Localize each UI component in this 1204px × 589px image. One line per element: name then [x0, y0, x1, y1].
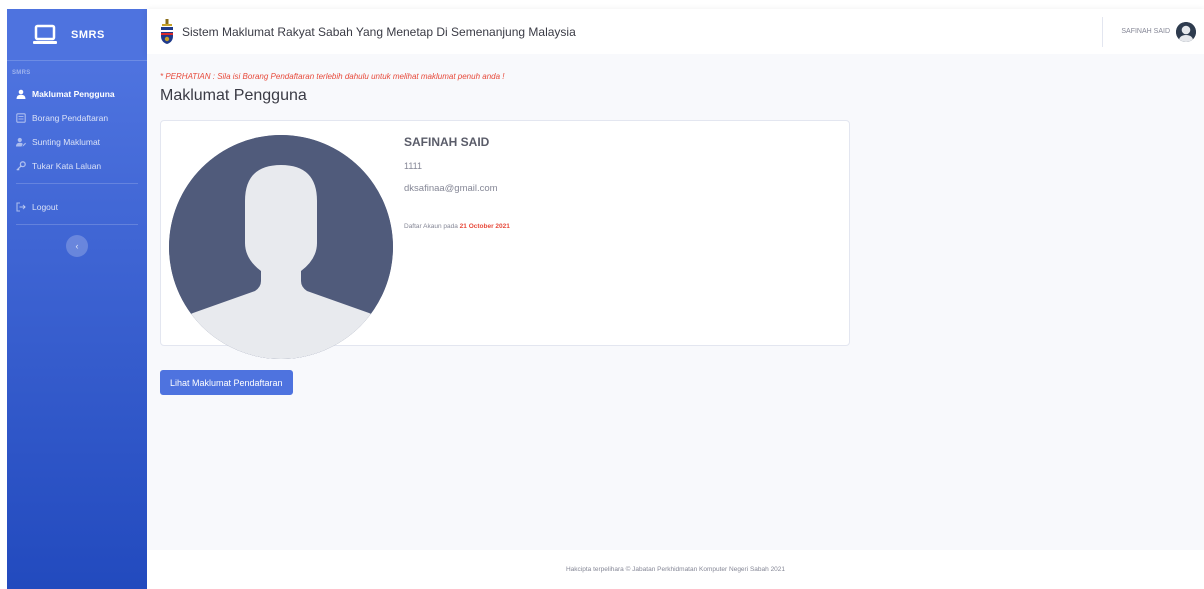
user-name: SAFINAH SAID: [1121, 28, 1170, 35]
copyright-text: Hakcipta terpelihara © Jabatan Perkhidma…: [565, 566, 786, 573]
sabah-crest-icon: [159, 18, 175, 45]
sidebar-item-sunting-maklumat[interactable]: Sunting Maklumat: [7, 130, 147, 154]
warning-notice: * PERHATIAN : Sila isi Borang Pendaftara…: [160, 72, 505, 81]
sidebar-item-label: Tukar Kata Laluan: [32, 161, 102, 171]
sign-out-icon: [16, 202, 26, 212]
profile-name: SAFINAH SAID: [404, 135, 490, 149]
registration-label: Daftar Akaun pada: [404, 223, 458, 230]
sidebar-item-label: Borang Pendaftaran: [32, 113, 109, 123]
sidebar-item-logout[interactable]: Logout: [7, 195, 147, 219]
sidebar-toggle-button[interactable]: ‹: [66, 235, 88, 257]
profile-email: dksafinaa@gmail.com: [404, 183, 498, 194]
page-title: Maklumat Pengguna: [160, 87, 307, 104]
sidebar-nav: Maklumat Pengguna Borang Pendaftaran Sun…: [7, 76, 147, 178]
sidebar-item-label: Sunting Maklumat: [32, 137, 101, 147]
sidebar-item-borang-pendaftaran[interactable]: Borang Pendaftaran: [7, 106, 147, 130]
sidebar-item-label: Logout: [32, 202, 58, 212]
profile-id: 1111: [404, 161, 423, 171]
laptop-icon: [33, 24, 57, 46]
app-title: Sistem Maklumat Rakyat Sabah Yang Meneta…: [182, 24, 576, 39]
registration-date: Daftar Akaun pada 21 October 2021: [404, 223, 510, 230]
sidebar-divider: [16, 183, 138, 184]
sidebar-item-label: Maklumat Pengguna: [32, 89, 115, 99]
brand-name: SMRS: [71, 28, 105, 41]
main-content: * PERHATIAN : Sila isi Borang Pendaftara…: [147, 54, 1204, 550]
sidebar: SMRS SMRS Maklumat Pengguna Borang Penda…: [7, 9, 147, 589]
sidebar-item-tukar-kata-laluan[interactable]: Tukar Kata Laluan: [7, 154, 147, 178]
sidebar-divider: [16, 224, 138, 225]
profile-picture: [169, 135, 393, 359]
sidebar-brand[interactable]: SMRS: [7, 9, 147, 61]
form-icon: [16, 113, 26, 123]
sidebar-item-maklumat-pengguna[interactable]: Maklumat Pengguna: [7, 82, 147, 106]
registration-date-value: 21 October 2021: [459, 223, 510, 230]
sidebar-heading: SMRS: [12, 70, 31, 76]
sidebar-nav-secondary: Logout: [7, 189, 147, 219]
view-registration-button[interactable]: Lihat Maklumat Pendaftaran: [160, 370, 293, 395]
user-edit-icon: [16, 137, 26, 147]
user-icon: [16, 89, 26, 99]
chevron-left-icon: ‹: [75, 241, 79, 251]
profile-card: SAFINAH SAID 1111 dksafinaa@gmail.com Da…: [160, 120, 850, 359]
user-menu[interactable]: SAFINAH SAID: [1102, 16, 1204, 47]
footer: Hakcipta terpelihara © Jabatan Perkhidma…: [147, 550, 1204, 589]
topbar: Sistem Maklumat Rakyat Sabah Yang Meneta…: [147, 9, 1204, 54]
key-icon: [16, 161, 26, 171]
avatar: [1176, 21, 1196, 42]
